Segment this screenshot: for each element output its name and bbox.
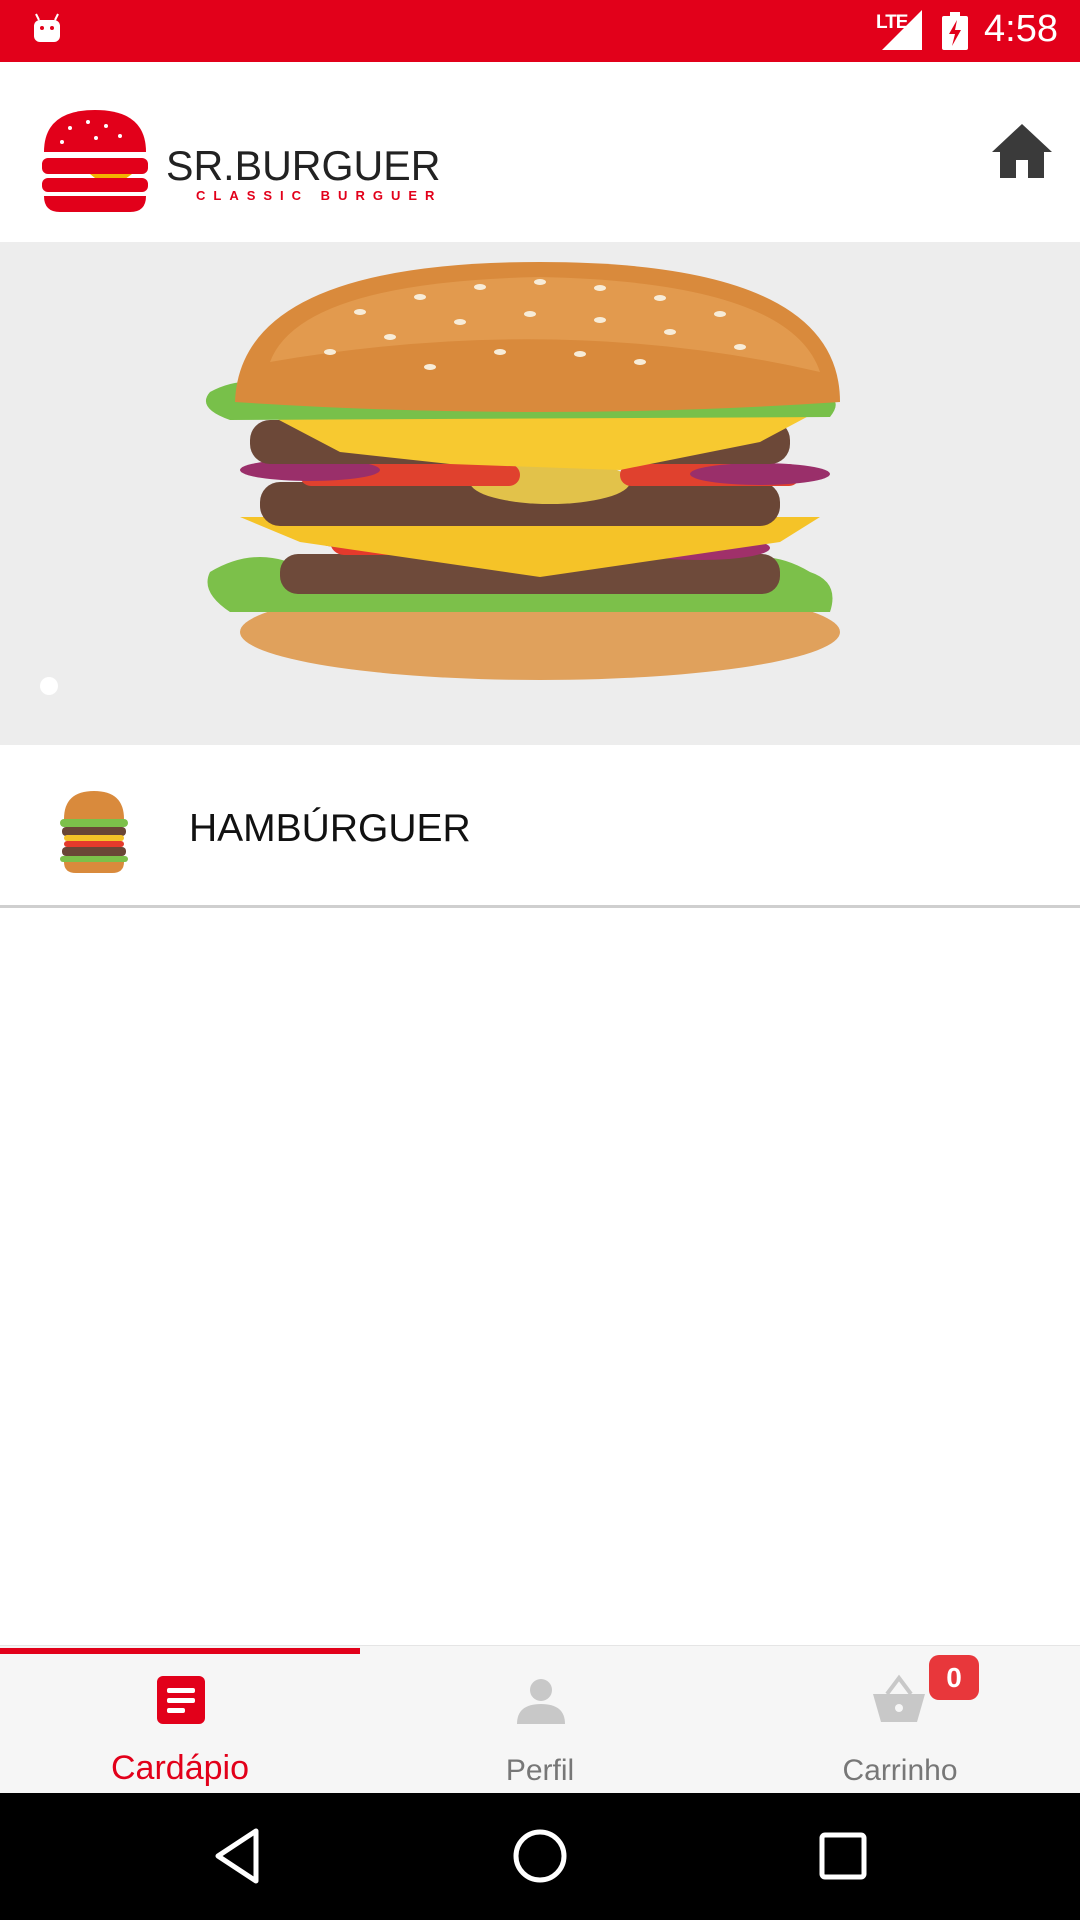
basket-icon (873, 1674, 925, 1722)
burger-logo-icon (42, 110, 148, 212)
promo-banner[interactable] (0, 242, 1080, 745)
tab-perfil[interactable]: Perfil (360, 1646, 720, 1794)
app-header: SR.BURGUER CLASSIC BURGUER (0, 62, 1080, 242)
tab-label: Carrinho (842, 1754, 958, 1787)
tab-cardapio[interactable]: Cardápio (0, 1646, 360, 1794)
tab-carrinho[interactable]: Carrinho (720, 1646, 1080, 1794)
brand-name: SR.BURGUER (166, 142, 441, 189)
home-circle-icon[interactable] (507, 1823, 573, 1889)
burger-thumbnail (60, 791, 128, 873)
burger-photo (0, 242, 1080, 745)
android-icon (34, 13, 60, 42)
system-navigation-bar (0, 1793, 1080, 1920)
back-icon[interactable] (206, 1823, 272, 1889)
tab-label: Perfil (505, 1754, 575, 1787)
status-bar: LTE 4:58 (0, 0, 1080, 62)
carousel-dot-active[interactable] (40, 677, 58, 695)
clock: 4:58 (984, 8, 1058, 50)
brand-tagline: CLASSIC BURGUER (196, 188, 443, 203)
category-item[interactable]: HAMBÚRGUER (0, 745, 1080, 908)
battery-charging-icon (942, 12, 968, 50)
menu-list-icon (157, 1676, 205, 1724)
bottom-navigation: Cardápio Perfil Carrinho (0, 1645, 1080, 1793)
home-icon[interactable] (990, 122, 1054, 182)
cart-count-badge: 0 (929, 1655, 979, 1700)
recents-icon[interactable] (810, 1823, 876, 1889)
tab-label: Cardápio (111, 1749, 249, 1787)
signal-icon (882, 10, 922, 50)
category-label: HAMBÚRGUER (189, 807, 471, 850)
brand-logo: SR.BURGUER CLASSIC BURGUER (40, 104, 460, 216)
person-icon (517, 1679, 565, 1724)
